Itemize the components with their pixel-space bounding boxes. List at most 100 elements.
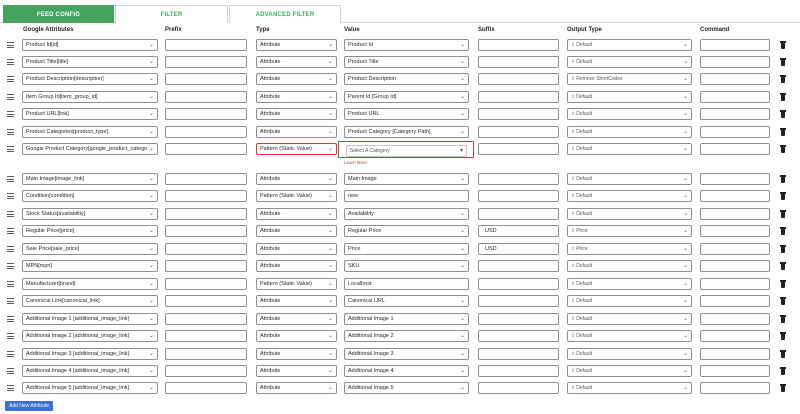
command-input[interactable] [700, 91, 770, 103]
attribute-select[interactable]: Condition[condition] ⌄ [22, 190, 158, 202]
value-field[interactable]: Product Title ⌄ [344, 56, 469, 68]
add-new-attribute-button[interactable]: Add New Attribute [5, 401, 54, 411]
drag-handle-icon[interactable] [7, 176, 14, 182]
attribute-select[interactable]: Additional Image 3 [additional_image_lin… [22, 348, 158, 360]
suffix-input[interactable] [478, 382, 559, 394]
attribute-select[interactable]: Product Categories[product_type] ⌄ [22, 126, 158, 138]
trash-icon[interactable] [780, 128, 786, 136]
type-select[interactable]: Attribute ⌄ [256, 73, 337, 85]
value-field[interactable]: Additional Image 5 ⌄ [344, 382, 469, 394]
prefix-input[interactable] [165, 330, 247, 342]
attribute-select[interactable]: Canonical Link[canonical_link] ⌄ [22, 295, 158, 307]
prefix-input[interactable] [165, 382, 247, 394]
value-field[interactable]: Additional Image 4 ⌄ [344, 365, 469, 377]
drag-handle-icon[interactable] [7, 385, 14, 391]
tab-feed-config[interactable]: FEED CONFIG [3, 5, 114, 23]
prefix-input[interactable] [165, 278, 247, 290]
suffix-input[interactable] [478, 365, 559, 377]
type-select[interactable]: Attribute ⌄ [256, 108, 337, 120]
attribute-select[interactable]: Product Title[title] ⌄ [22, 56, 158, 68]
drag-handle-icon[interactable] [7, 333, 14, 339]
suffix-input[interactable] [478, 348, 559, 360]
trash-icon[interactable] [780, 41, 786, 49]
trash-icon[interactable] [780, 227, 786, 235]
trash-icon[interactable] [780, 192, 786, 200]
command-input[interactable] [700, 208, 770, 220]
command-input[interactable] [700, 348, 770, 360]
suffix-input[interactable] [478, 126, 559, 138]
command-input[interactable] [700, 190, 770, 202]
command-input[interactable] [700, 73, 770, 85]
attribute-select[interactable]: Additional Image 2 [additional_image_lin… [22, 330, 158, 342]
output-type-select[interactable]: ⇕ Default ⌄ [567, 91, 692, 103]
prefix-input[interactable] [165, 313, 247, 325]
drag-handle-icon[interactable] [7, 263, 14, 269]
output-type-select[interactable]: ⇕ Default ⌄ [567, 173, 692, 185]
output-type-select[interactable]: ⇕ Default ⌄ [567, 190, 692, 202]
command-input[interactable] [700, 143, 770, 155]
type-select[interactable]: Attribute ⌄ [256, 330, 337, 342]
trash-icon[interactable] [780, 93, 786, 101]
prefix-input[interactable] [165, 126, 247, 138]
prefix-input[interactable] [165, 365, 247, 377]
output-type-select[interactable]: ⇕ Default ⌄ [567, 382, 692, 394]
suffix-input[interactable] [478, 190, 559, 202]
prefix-input[interactable] [165, 39, 247, 51]
type-select[interactable]: Attribute ⌄ [256, 295, 337, 307]
attribute-select[interactable]: Additional Image 1 [additional_image_lin… [22, 313, 158, 325]
prefix-input[interactable] [165, 56, 247, 68]
output-type-select[interactable]: ⇕ Price ⌄ [567, 243, 692, 255]
value-field[interactable]: new [344, 190, 469, 202]
trash-icon[interactable] [780, 58, 786, 66]
trash-icon[interactable] [780, 145, 786, 153]
value-field[interactable]: Product Id ⌄ [344, 39, 469, 51]
prefix-input[interactable] [165, 348, 247, 360]
attribute-select[interactable]: Manufacturer[brand] ⌄ [22, 278, 158, 290]
attribute-select[interactable]: Item Group Id[item_group_id] ⌄ [22, 91, 158, 103]
drag-handle-icon[interactable] [7, 351, 14, 357]
type-select[interactable]: Attribute ⌄ [256, 225, 337, 237]
drag-handle-icon[interactable] [7, 94, 14, 100]
suffix-input[interactable] [478, 208, 559, 220]
command-input[interactable] [700, 108, 770, 120]
attribute-select[interactable]: Additional Image 4 [additional_image_lin… [22, 365, 158, 377]
learn-more-link[interactable]: Learn More.. [344, 160, 370, 165]
prefix-input[interactable] [165, 173, 247, 185]
suffix-input[interactable]: USD [478, 243, 559, 255]
type-select[interactable]: Attribute ⌄ [256, 365, 337, 377]
attribute-select[interactable]: Regular Price[price] ⌄ [22, 225, 158, 237]
attribute-select[interactable]: Product URL[link] ⌄ [22, 108, 158, 120]
attribute-select[interactable]: Product Description[description] ⌄ [22, 73, 158, 85]
suffix-input[interactable] [478, 143, 559, 155]
prefix-input[interactable] [165, 91, 247, 103]
trash-icon[interactable] [780, 297, 786, 305]
output-type-select[interactable]: ⇕ Default ⌄ [567, 278, 692, 290]
prefix-input[interactable] [165, 225, 247, 237]
trash-icon[interactable] [780, 315, 786, 323]
attribute-select[interactable]: Additional Image 5 [additional_image_lin… [22, 382, 158, 394]
output-type-select[interactable]: ⇕ Default ⌄ [567, 143, 692, 155]
drag-handle-icon[interactable] [7, 111, 14, 117]
type-select[interactable]: Attribute ⌄ [256, 208, 337, 220]
suffix-input[interactable] [478, 91, 559, 103]
tab-filter[interactable]: FILTER [115, 5, 228, 23]
value-field[interactable]: Parent Id [Group Id] ⌄ [344, 91, 469, 103]
drag-handle-icon[interactable] [7, 228, 14, 234]
output-type-select[interactable]: ⇕ Default ⌄ [567, 56, 692, 68]
value-field[interactable]: Localhost [344, 278, 469, 290]
type-select[interactable]: Attribute ⌄ [256, 56, 337, 68]
value-field[interactable]: Canonical URL ⌄ [344, 295, 469, 307]
trash-icon[interactable] [780, 280, 786, 288]
drag-handle-icon[interactable] [7, 76, 14, 82]
value-field[interactable]: Availability ⌄ [344, 208, 469, 220]
drag-handle-icon[interactable] [7, 146, 14, 152]
suffix-input[interactable] [478, 108, 559, 120]
command-input[interactable] [700, 126, 770, 138]
type-select[interactable]: Attribute ⌄ [256, 39, 337, 51]
prefix-input[interactable] [165, 143, 247, 155]
value-field[interactable]: Additional Image 2 ⌄ [344, 330, 469, 342]
suffix-input[interactable] [478, 39, 559, 51]
type-select[interactable]: Attribute ⌄ [256, 313, 337, 325]
output-type-select[interactable]: ⇕ Default ⌄ [567, 348, 692, 360]
prefix-input[interactable] [165, 208, 247, 220]
